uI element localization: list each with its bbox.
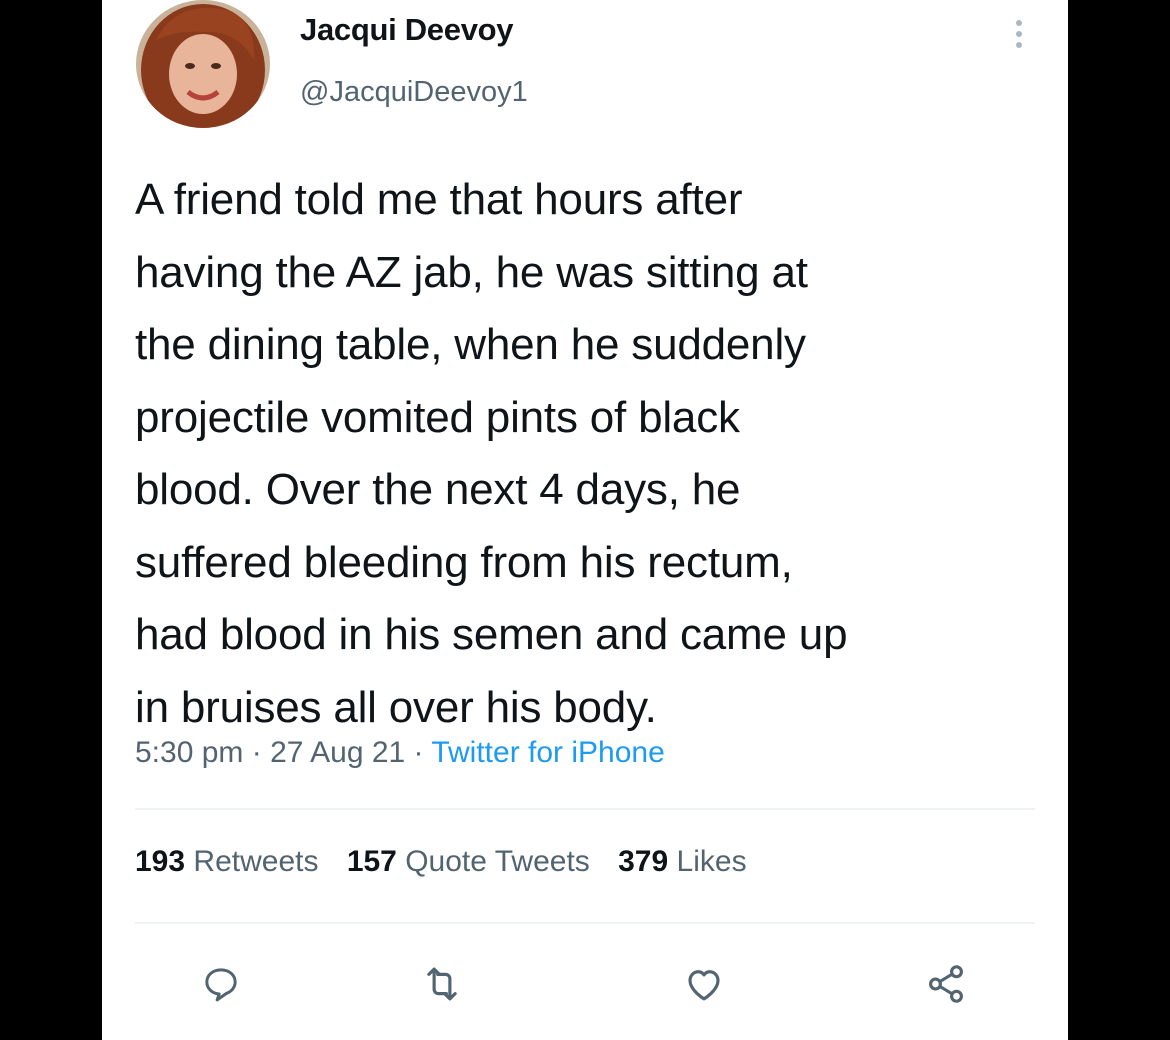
retweets-count: 193	[135, 845, 186, 878]
likes-label: Likes	[676, 845, 747, 878]
share-icon	[929, 965, 963, 1003]
more-options-icon[interactable]	[1004, 14, 1034, 54]
tweet-source-link[interactable]: Twitter for iPhone	[431, 736, 664, 769]
tweet-card: Jacqui Deevoy @JacquiDeevoy1 A friend to…	[102, 0, 1068, 1040]
author-handle[interactable]: @JacquiDeevoy1	[300, 76, 528, 109]
avatar[interactable]	[136, 0, 270, 128]
retweet-icon	[427, 967, 457, 1001]
retweets-label: Retweets	[193, 845, 319, 878]
tweet-date[interactable]: 27 Aug 21	[270, 736, 405, 769]
share-button[interactable]	[924, 962, 968, 1006]
like-button[interactable]	[682, 962, 726, 1006]
divider	[135, 922, 1035, 924]
tweet-time[interactable]: 5:30 pm	[135, 736, 243, 769]
quote-tweets-count: 157	[346, 845, 397, 878]
meta-separator: ·	[405, 736, 432, 769]
engagement-stats: 193 Retweets 157 Quote Tweets 379 Likes	[135, 845, 767, 879]
reply-button[interactable]	[199, 962, 243, 1006]
avatar-image	[136, 0, 270, 128]
reply-icon	[205, 968, 237, 1002]
divider	[135, 808, 1035, 810]
likes-count: 379	[618, 845, 669, 878]
likes-stat[interactable]: 379 Likes	[618, 845, 746, 878]
meta-separator: ·	[243, 736, 271, 769]
quote-tweets-stat[interactable]: 157 Quote Tweets	[347, 845, 590, 878]
retweets-stat[interactable]: 193 Retweets	[135, 845, 318, 878]
like-icon	[688, 970, 720, 1001]
author-display-name[interactable]: Jacqui Deevoy	[300, 12, 514, 48]
retweet-button[interactable]	[420, 962, 464, 1006]
tweet-text: A friend told me that hours after having…	[135, 175, 848, 732]
quote-tweets-label: Quote Tweets	[405, 845, 590, 878]
tweet-metadata: 5:30 pm · 27 Aug 21 · Twitter for iPhone	[135, 736, 665, 770]
